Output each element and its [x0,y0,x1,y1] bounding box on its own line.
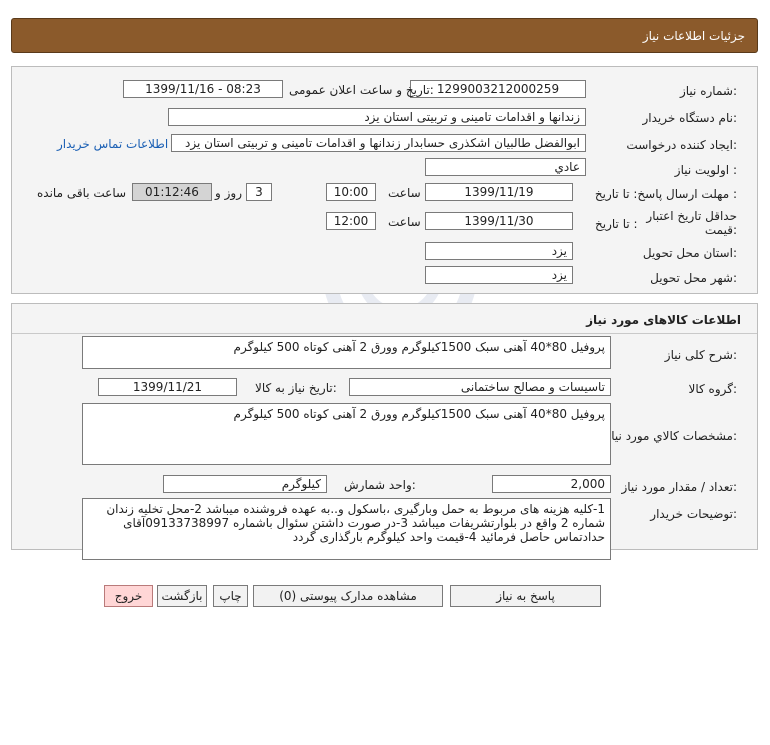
need-date-label: تاریخ نیاز به کالا: [255,381,337,395]
qty-label: تعداد / مقدار مورد نیاز: [621,480,737,494]
page-header: جزئیات اطلاعات نیاز [11,18,758,53]
priority-label: اولویت نیاز : [674,163,737,177]
goods-panel: اطلاعات کالاهای مورد نیاز شرح کلی نیاز: … [11,303,758,560]
validity-time-field: 12:00 [326,212,376,230]
goods-section-title: اطلاعات کالاهای مورد نیاز [586,313,741,327]
priority-field: عادي [425,158,586,176]
creator-field: ابوالفضل طالبیان اشکذری حسابدار زندانها … [171,134,586,152]
validity-date-field: 1399/11/30 [425,212,573,230]
specs-label: مشخصات کالاي مورد نیاز: [605,429,737,443]
unit-field: کیلوگرم [163,475,327,493]
province-field: یزد [425,242,573,260]
group-label: گروه کالا: [688,382,738,396]
announce-field: 1399/11/16 - 08:23 [123,80,283,98]
city-field: یزد [425,266,573,284]
need-info-panel: شماره نیاز: 1299003212000259 تاریخ و ساع… [11,66,758,294]
announce-label: تاریخ و ساعت اعلان عمومی: [289,83,434,97]
exit-button[interactable]: خروج [104,585,153,607]
back-button[interactable]: بازگشت [157,585,207,607]
print-button[interactable]: چاپ [213,585,248,607]
buyer-org-field: زندانها و اقدامات تامینی و تربیتی استان … [168,108,586,126]
general-desc-label: شرح کلی نیاز: [664,348,737,362]
qty-field: 2,000 [492,475,611,493]
need-date-field: 1399/11/21 [98,378,237,396]
city-label: شهر محل تحویل: [650,271,737,285]
group-field: تاسیسات و مصالح ساختمانی [349,378,611,396]
deadline-date-field: 1399/11/19 [425,183,573,201]
validity-label-2: قیمت: [704,223,737,237]
need-number-label: شماره نیاز: [679,84,737,98]
unit-label: واحد شمارش: [344,478,416,492]
buyer-org-label: نام دستگاه خریدار: [642,111,738,125]
attachments-button[interactable]: مشاهده مدارک پیوستی (0) [253,585,443,607]
province-label: استان محل تحویل: [642,246,737,260]
validity-to-label: تا تاریخ : [595,217,638,231]
days-field: 3 [246,183,272,201]
days-label: روز و [215,186,242,200]
reply-button[interactable]: پاسخ به نیاز [450,585,601,607]
page-title: جزئیات اطلاعات نیاز [642,29,745,43]
general-desc-field: پروفیل 80*40 آهنی سبک 1500کیلوگرم وورق 2… [82,336,611,369]
validity-label-1: حداقل تاریخ اعتبار [646,209,737,223]
specs-field: پروفیل 80*40 آهنی سبک 1500کیلوگرم وورق 2… [82,403,611,465]
deadline-time-label: ساعت [388,186,421,200]
buyer-notes-field: 1-کلیه هزینه های مربوط به حمل وبارگیری ،… [82,498,611,560]
deadline-time-field: 10:00 [326,183,376,201]
remaining-time-field: 01:12:46 [132,183,212,201]
section-divider [12,333,757,334]
creator-label: ایجاد کننده درخواست: [626,138,737,152]
buyer-contact-link[interactable]: اطلاعات تماس خریدار [57,137,168,151]
deadline-label: مهلت ارسال پاسخ: تا تاریخ : [594,187,737,201]
need-number-field: 1299003212000259 [410,80,586,98]
remaining-label: ساعت باقی مانده [37,186,127,200]
buyer-notes-label: توضیحات خریدار: [650,507,737,521]
validity-time-label: ساعت [388,215,421,229]
